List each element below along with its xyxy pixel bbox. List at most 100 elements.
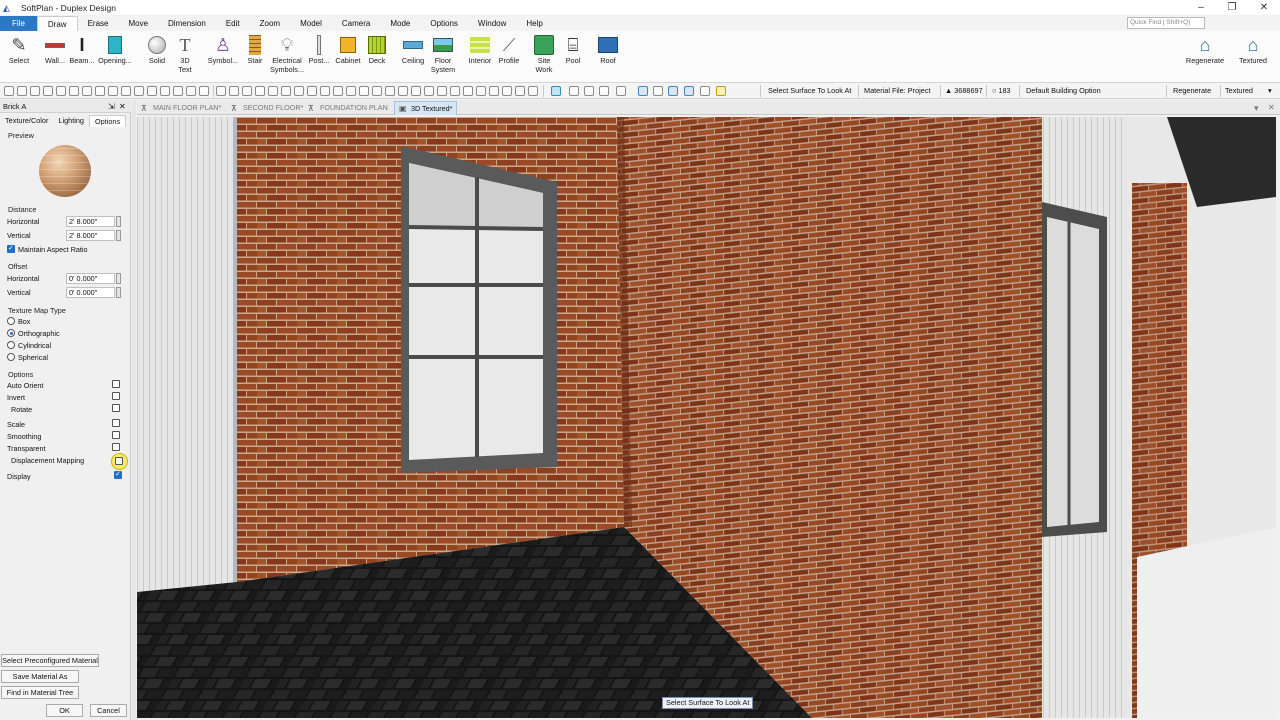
zoom-out-icon[interactable]: [599, 86, 609, 96]
move-back-icon[interactable]: [372, 86, 382, 96]
material-icon[interactable]: [121, 86, 131, 96]
select-preconfigured-material-button[interactable]: Select Preconfigured Material: [1, 654, 99, 667]
distance-vertical-field[interactable]: 2' 8.000": [66, 230, 115, 241]
move-up-icon[interactable]: [307, 86, 317, 96]
radio-cylindrical[interactable]: [7, 341, 15, 349]
menu-move[interactable]: Move: [118, 16, 158, 31]
menu-dimension[interactable]: Dimension: [158, 16, 216, 31]
lightning-icon[interactable]: [716, 86, 726, 96]
aerial-icon[interactable]: [294, 86, 304, 96]
shaded-mode-icon[interactable]: [569, 86, 579, 96]
zoom-fit-icon[interactable]: [616, 86, 626, 96]
perspective-icon[interactable]: [268, 86, 278, 96]
sun-icon[interactable]: [528, 86, 538, 96]
offset-vertical-spinner[interactable]: [116, 287, 121, 298]
regenerate-toolbar-button[interactable]: Regenerate: [1173, 83, 1211, 99]
move-down-icon[interactable]: [320, 86, 330, 96]
radio-orthographic[interactable]: [7, 329, 15, 337]
copy-view-icon[interactable]: [489, 86, 499, 96]
anchor-icon[interactable]: [476, 86, 486, 96]
distance-vertical-spinner[interactable]: [116, 230, 121, 241]
pin-icon[interactable]: ⇲: [108, 100, 115, 113]
text-3d-tool-button[interactable]: T 3D Text: [168, 34, 202, 74]
tab-lighting[interactable]: Lighting: [53, 115, 89, 127]
minimize-button[interactable]: –: [1186, 0, 1216, 15]
cancel-button[interactable]: Cancel: [90, 704, 127, 717]
menu-options[interactable]: Options: [420, 16, 468, 31]
render-mode-dropdown[interactable]: Textured: [1225, 83, 1253, 99]
menu-model[interactable]: Model: [290, 16, 332, 31]
floor-system-tool-button[interactable]: Floor System: [426, 34, 460, 74]
tab-texture-color[interactable]: Texture/Color: [0, 115, 53, 127]
undo-view-icon[interactable]: [4, 86, 14, 96]
material-file-label[interactable]: Material File: Project: [864, 83, 931, 99]
symbol-tool-button[interactable]: ♙ Symbol...: [206, 34, 240, 65]
move-right-icon[interactable]: [346, 86, 356, 96]
tab-3d-textured[interactable]: ▣ 3D Textured*: [394, 101, 458, 115]
settings-view-icon[interactable]: [515, 86, 525, 96]
orbit-icon[interactable]: [56, 86, 66, 96]
pool-tool-button[interactable]: ⌸ Pool: [556, 34, 590, 65]
menu-mode[interactable]: Mode: [380, 16, 420, 31]
turn-right-icon[interactable]: [398, 86, 408, 96]
zoom-in-icon[interactable]: [584, 86, 594, 96]
shape-icon[interactable]: [147, 86, 157, 96]
maintain-aspect-checkbox[interactable]: [7, 244, 15, 253]
menu-zoom[interactable]: Zoom: [250, 16, 290, 31]
find-in-material-tree-button[interactable]: Find in Material Tree: [1, 686, 79, 699]
deck-tool-button[interactable]: Deck: [360, 34, 394, 65]
section-icon[interactable]: [199, 86, 209, 96]
textured-mode-icon[interactable]: [551, 86, 561, 96]
scale-checkbox[interactable]: [112, 419, 120, 427]
display-checkbox[interactable]: [114, 470, 122, 479]
rotate-checkbox[interactable]: [112, 404, 120, 412]
plan-view-icon[interactable]: [242, 86, 252, 96]
invert-checkbox[interactable]: [112, 392, 120, 400]
menu-file[interactable]: File: [0, 16, 37, 31]
stair-tool-button[interactable]: Stair: [238, 34, 272, 65]
offset-horizontal-field[interactable]: 0' 0.000": [66, 273, 115, 284]
smoothing-checkbox[interactable]: [112, 431, 120, 439]
eye-icon[interactable]: [134, 86, 144, 96]
electrical-tool-button[interactable]: 💡︎ Electrical Symbols...: [270, 34, 304, 74]
panel-splitter[interactable]: [132, 100, 136, 720]
rotate-icon[interactable]: [160, 86, 170, 96]
3d-scene[interactable]: [137, 117, 1276, 718]
target-icon[interactable]: [229, 86, 239, 96]
redo-view-icon[interactable]: [17, 86, 27, 96]
tab-list-chevron-icon[interactable]: ▾: [1254, 101, 1259, 115]
transparent-checkbox[interactable]: [112, 443, 120, 451]
menu-camera[interactable]: Camera: [332, 16, 380, 31]
menu-edit[interactable]: Edit: [216, 16, 250, 31]
look-up-icon[interactable]: [411, 86, 421, 96]
camera-icon[interactable]: [95, 86, 105, 96]
tilt-icon[interactable]: [173, 86, 183, 96]
move-left-icon[interactable]: [333, 86, 343, 96]
3d-viewport[interactable]: [137, 117, 1276, 718]
tab-second-floor[interactable]: ⊼ SECOND FLOOR*: [231, 101, 303, 115]
select-tool-button[interactable]: ✎ Select: [2, 34, 36, 65]
auto-orient-checkbox[interactable]: [112, 380, 120, 388]
opening-tool-button[interactable]: Opening...: [98, 34, 132, 65]
align-texture-icon[interactable]: [700, 86, 710, 96]
maximize-button[interactable]: ❐: [1217, 0, 1247, 15]
profile-tool-button[interactable]: ⟋ Profile: [492, 34, 526, 65]
distance-horizontal-spinner[interactable]: [116, 216, 121, 227]
close-icon[interactable]: ✕: [119, 100, 126, 113]
menu-window[interactable]: Window: [468, 16, 516, 31]
surface-icon[interactable]: [668, 86, 678, 96]
radio-spherical[interactable]: [7, 353, 15, 361]
tab-foundation-plan[interactable]: ⊼ FOUNDATION PLAN: [308, 101, 388, 115]
box-select-icon[interactable]: [216, 86, 226, 96]
pan-icon[interactable]: [69, 86, 79, 96]
rotate-texture-icon[interactable]: [684, 86, 694, 96]
textured-ribbon-button[interactable]: ⌂ Textured: [1236, 34, 1270, 65]
offset-horizontal-spinner[interactable]: [116, 273, 121, 284]
select-surface-label[interactable]: Select Surface To Look At: [768, 83, 851, 99]
menu-draw[interactable]: Draw: [36, 16, 78, 31]
attach-texture-icon[interactable]: [638, 86, 648, 96]
grid-icon[interactable]: [450, 86, 460, 96]
zoom-view-icon[interactable]: [82, 86, 92, 96]
cutaway-icon[interactable]: [281, 86, 291, 96]
ceiling-tool-button[interactable]: Ceiling: [396, 34, 430, 65]
